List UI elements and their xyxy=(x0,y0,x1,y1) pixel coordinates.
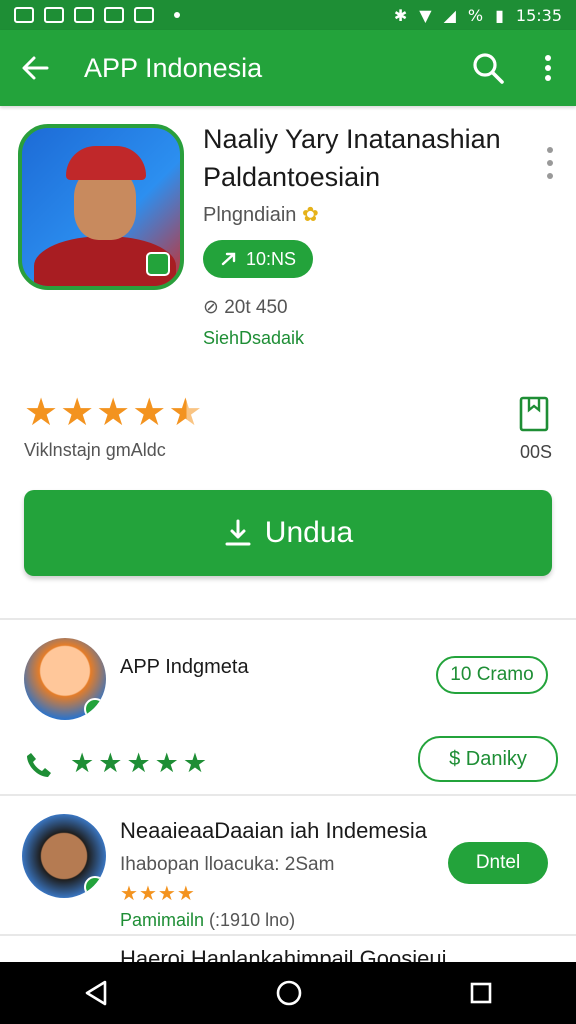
developer-label: Plngndiain xyxy=(203,204,297,226)
card-title: NeaaieaaDaaian iah Indemesia xyxy=(120,818,427,843)
card-title: APP Indgmeta xyxy=(120,656,249,678)
phone-icon xyxy=(27,753,51,777)
nav-home-button[interactable] xyxy=(275,979,303,1007)
developer-name[interactable]: Plngndiain ✿ xyxy=(203,202,319,227)
card-action-button[interactable]: Dntel xyxy=(448,842,548,884)
star-icon: ★ xyxy=(138,883,157,905)
star-icon: ★ xyxy=(120,883,138,905)
star-icon: ★ xyxy=(182,748,208,778)
arrow-icon xyxy=(221,252,236,266)
app-header: Naaliy Yary Inatanashian Paldantoesiain … xyxy=(0,106,576,616)
battery-percent: % xyxy=(467,5,484,25)
app-icon xyxy=(18,124,184,290)
card-action-button[interactable]: 10 Cramo xyxy=(436,656,548,694)
divider xyxy=(0,934,576,936)
star-icon: ★ xyxy=(60,392,95,434)
avatar xyxy=(22,814,106,898)
phone-icon[interactable] xyxy=(24,750,54,780)
clock: 15:35 xyxy=(515,5,562,25)
card-rating-stars: ★ ★ ★ ★ xyxy=(120,882,195,906)
divider xyxy=(0,794,576,796)
search-button[interactable] xyxy=(470,50,506,86)
star-icon: ★ xyxy=(157,883,176,905)
star-icon: ★ xyxy=(24,392,59,434)
nav-recents-button[interactable] xyxy=(469,981,493,1005)
bookmark-icon xyxy=(519,396,549,432)
verified-badge-icon xyxy=(84,876,106,898)
nav-back-button[interactable] xyxy=(83,979,109,1007)
message-notification-icon xyxy=(104,7,124,23)
rating-pill[interactable]: 10:NS xyxy=(203,240,313,278)
overflow-menu-button[interactable] xyxy=(536,50,560,86)
rating-pill-label: 10:NS xyxy=(245,248,297,269)
app-bar: APP Indonesia xyxy=(0,30,576,106)
star-icon: ★ xyxy=(96,392,131,434)
battery-icon: ▮ xyxy=(495,5,504,25)
app-icon-badge xyxy=(146,252,170,276)
more-vert-icon xyxy=(545,55,551,81)
category-link[interactable]: SiehDsadaik xyxy=(203,328,304,349)
verified-badge-icon xyxy=(84,698,106,720)
list-item[interactable]: Haeroi Hanlankahimpail Goosieui xyxy=(0,938,576,962)
card-meta-count: (:1910 lno) xyxy=(209,910,296,930)
card-meta: Pamimailn (:1910 lno) xyxy=(120,910,295,931)
circle-home-icon xyxy=(276,980,302,1006)
app-notification-icon xyxy=(74,7,94,23)
star-icon: ★ xyxy=(176,883,195,905)
card-subtitle: Ihabopan lloacuka: 2Sam xyxy=(120,854,335,875)
wifi-icon: ▼ xyxy=(419,5,432,25)
star-icon: ★ xyxy=(70,748,95,778)
list-item[interactable]: APP Indgmeta 10 Cramo ★ ★ ★ ★ ★ $ Daniky xyxy=(0,622,576,794)
card-price-button[interactable]: $ Daniky xyxy=(418,736,558,782)
list-item[interactable]: NeaaieaaDaaian iah Indemesia Ihabopan ll… xyxy=(0,798,576,934)
app-title: Naaliy Yary Inatanashian Paldantoesiain xyxy=(203,124,501,192)
more-vert-icon xyxy=(547,147,553,179)
arrow-back-icon xyxy=(22,56,49,80)
downloads-label: 20t 450 xyxy=(224,297,288,318)
status-bar: ✱ ▼ ◢ % ▮ 15:35 xyxy=(0,0,576,30)
half-star-icon: ★ xyxy=(168,392,203,434)
notification-dot-icon xyxy=(174,12,180,18)
verified-icon: ✿ xyxy=(301,204,319,226)
card-meta-label: Pamimailn xyxy=(120,910,205,930)
square-recents-icon xyxy=(470,982,492,1004)
star-icon: ★ xyxy=(98,748,123,778)
app-icon-cap xyxy=(66,146,146,180)
install-label: Undua xyxy=(264,516,354,549)
font-notification-icon xyxy=(44,7,64,23)
signal-icon: ◢ xyxy=(443,5,456,25)
bookmark-button[interactable] xyxy=(518,396,550,432)
bookmark-count: 00S xyxy=(519,442,552,462)
mail-notification-icon xyxy=(134,7,154,23)
install-button[interactable]: Undua xyxy=(24,490,552,576)
downloads-count: ⊘ 20t 450 xyxy=(203,296,288,319)
app-options-button[interactable] xyxy=(546,146,554,180)
image-notification-icon xyxy=(14,7,34,23)
vibrate-icon: ✱ xyxy=(393,5,408,25)
star-icon: ★ xyxy=(154,748,179,778)
download-icon: ⊘ xyxy=(203,297,219,318)
back-button[interactable] xyxy=(0,30,70,106)
star-icon: ★ xyxy=(126,748,151,778)
star-icon: ★ xyxy=(132,392,167,434)
rating-stars: ★ ★ ★ ★ ★ xyxy=(24,394,202,432)
search-icon xyxy=(473,53,504,84)
divider xyxy=(0,618,576,620)
triangle-back-icon xyxy=(85,980,107,1006)
rating-text: Viklnstajn gmAldc xyxy=(24,440,166,460)
avatar xyxy=(24,638,106,720)
card-title: Haeroi Hanlankahimpail Goosieui xyxy=(120,946,447,962)
card-rating-stars: ★ ★ ★ ★ ★ xyxy=(70,746,207,780)
system-nav-bar xyxy=(0,962,576,1024)
download-icon xyxy=(225,519,251,546)
app-bar-title: APP Indonesia xyxy=(84,52,263,83)
